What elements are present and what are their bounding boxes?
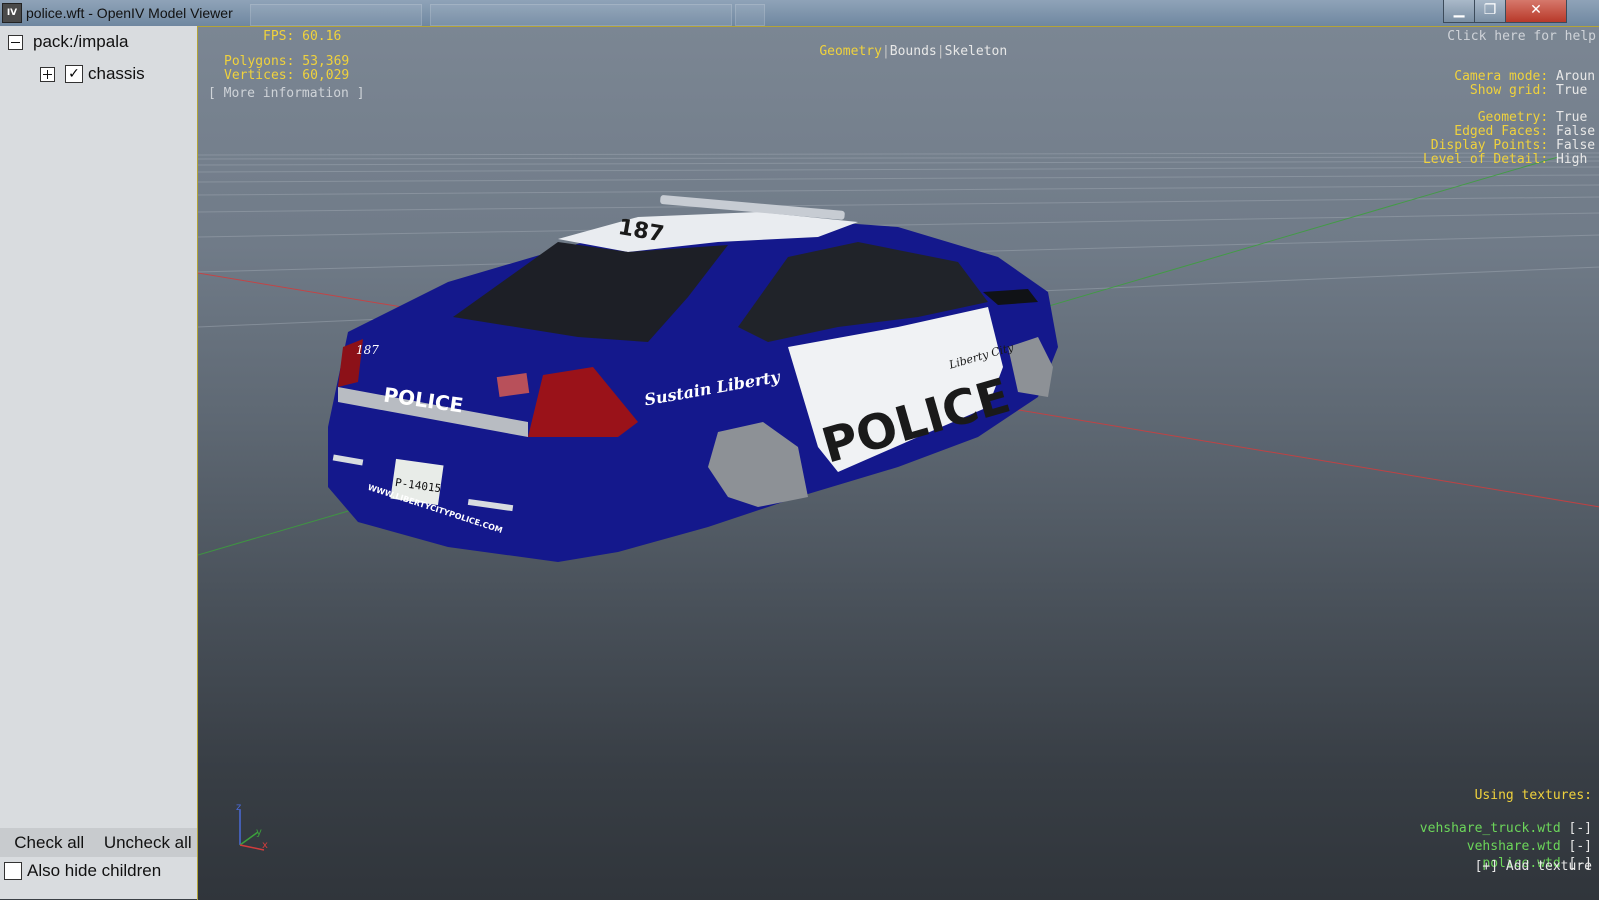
also-hide-children-label: Also hide children [27, 861, 162, 880]
model-tree-panel: pack:/impala ✓ chassis Check all Uncheck… [0, 26, 199, 899]
axis-gizmo: z y x [236, 802, 268, 851]
tree-node-chassis[interactable]: ✓ chassis [40, 61, 145, 87]
help-link[interactable]: Click here for help [1447, 29, 1596, 44]
unit-number: 187 [356, 343, 379, 357]
axis-y-label: y [256, 827, 262, 838]
3d-viewport[interactable]: 187 POLICE POLICE Sustain Liberty Libert… [197, 26, 1599, 900]
minimize-button[interactable]: ▁ [1443, 0, 1475, 23]
setting-level-of-detail[interactable]: Level of Detail: High [1340, 137, 1599, 182]
background-window-tab [735, 4, 765, 26]
more-information-link[interactable]: [ More information ] [208, 86, 365, 101]
window-title: police.wft - OpenIV Model Viewer [26, 5, 233, 21]
uncheck-all-button[interactable]: Uncheck all [99, 828, 198, 857]
fps-counter: FPS: 60.16 [263, 29, 342, 44]
textures-heading: Using textures: [1474, 788, 1592, 803]
also-hide-children-checkbox[interactable] [4, 862, 22, 880]
background-window-tab [430, 4, 732, 26]
maximize-button[interactable]: ❐ [1474, 0, 1506, 23]
view-mode-tabs: Geometry|Bounds|Skeleton [819, 44, 1008, 59]
polygon-count: Polygons: 53,369 [224, 54, 350, 69]
openiv-app-icon[interactable]: IV [2, 3, 22, 23]
close-button[interactable]: ✕ [1505, 0, 1567, 23]
also-hide-children-option[interactable]: Also hide children [0, 858, 197, 884]
tree-node-root[interactable]: pack:/impala [8, 29, 128, 55]
background-window-tab [250, 4, 422, 26]
axis-x-label: x [262, 840, 268, 851]
tree-node-label: chassis [88, 64, 145, 83]
collapse-icon[interactable] [8, 34, 23, 50]
expand-icon[interactable] [40, 66, 55, 82]
tree-node-label: pack:/impala [33, 32, 129, 51]
tab-geometry[interactable]: Geometry [819, 44, 882, 59]
check-buttons-bar: Check all Uncheck all [0, 828, 197, 857]
title-bar: IV police.wft - OpenIV Model Viewer ▁ ❐ … [0, 0, 1599, 26]
flag-decal [496, 373, 530, 397]
check-all-button[interactable]: Check all [0, 828, 99, 857]
axis-z-label: z [236, 802, 241, 813]
tab-bounds[interactable]: Bounds [890, 44, 937, 59]
tab-skeleton[interactable]: Skeleton [945, 44, 1008, 59]
vertex-count: Vertices: 60,029 [224, 68, 350, 83]
chassis-visibility-checkbox[interactable]: ✓ [65, 65, 83, 83]
add-texture-button[interactable]: [+] Add texture [1475, 859, 1592, 874]
